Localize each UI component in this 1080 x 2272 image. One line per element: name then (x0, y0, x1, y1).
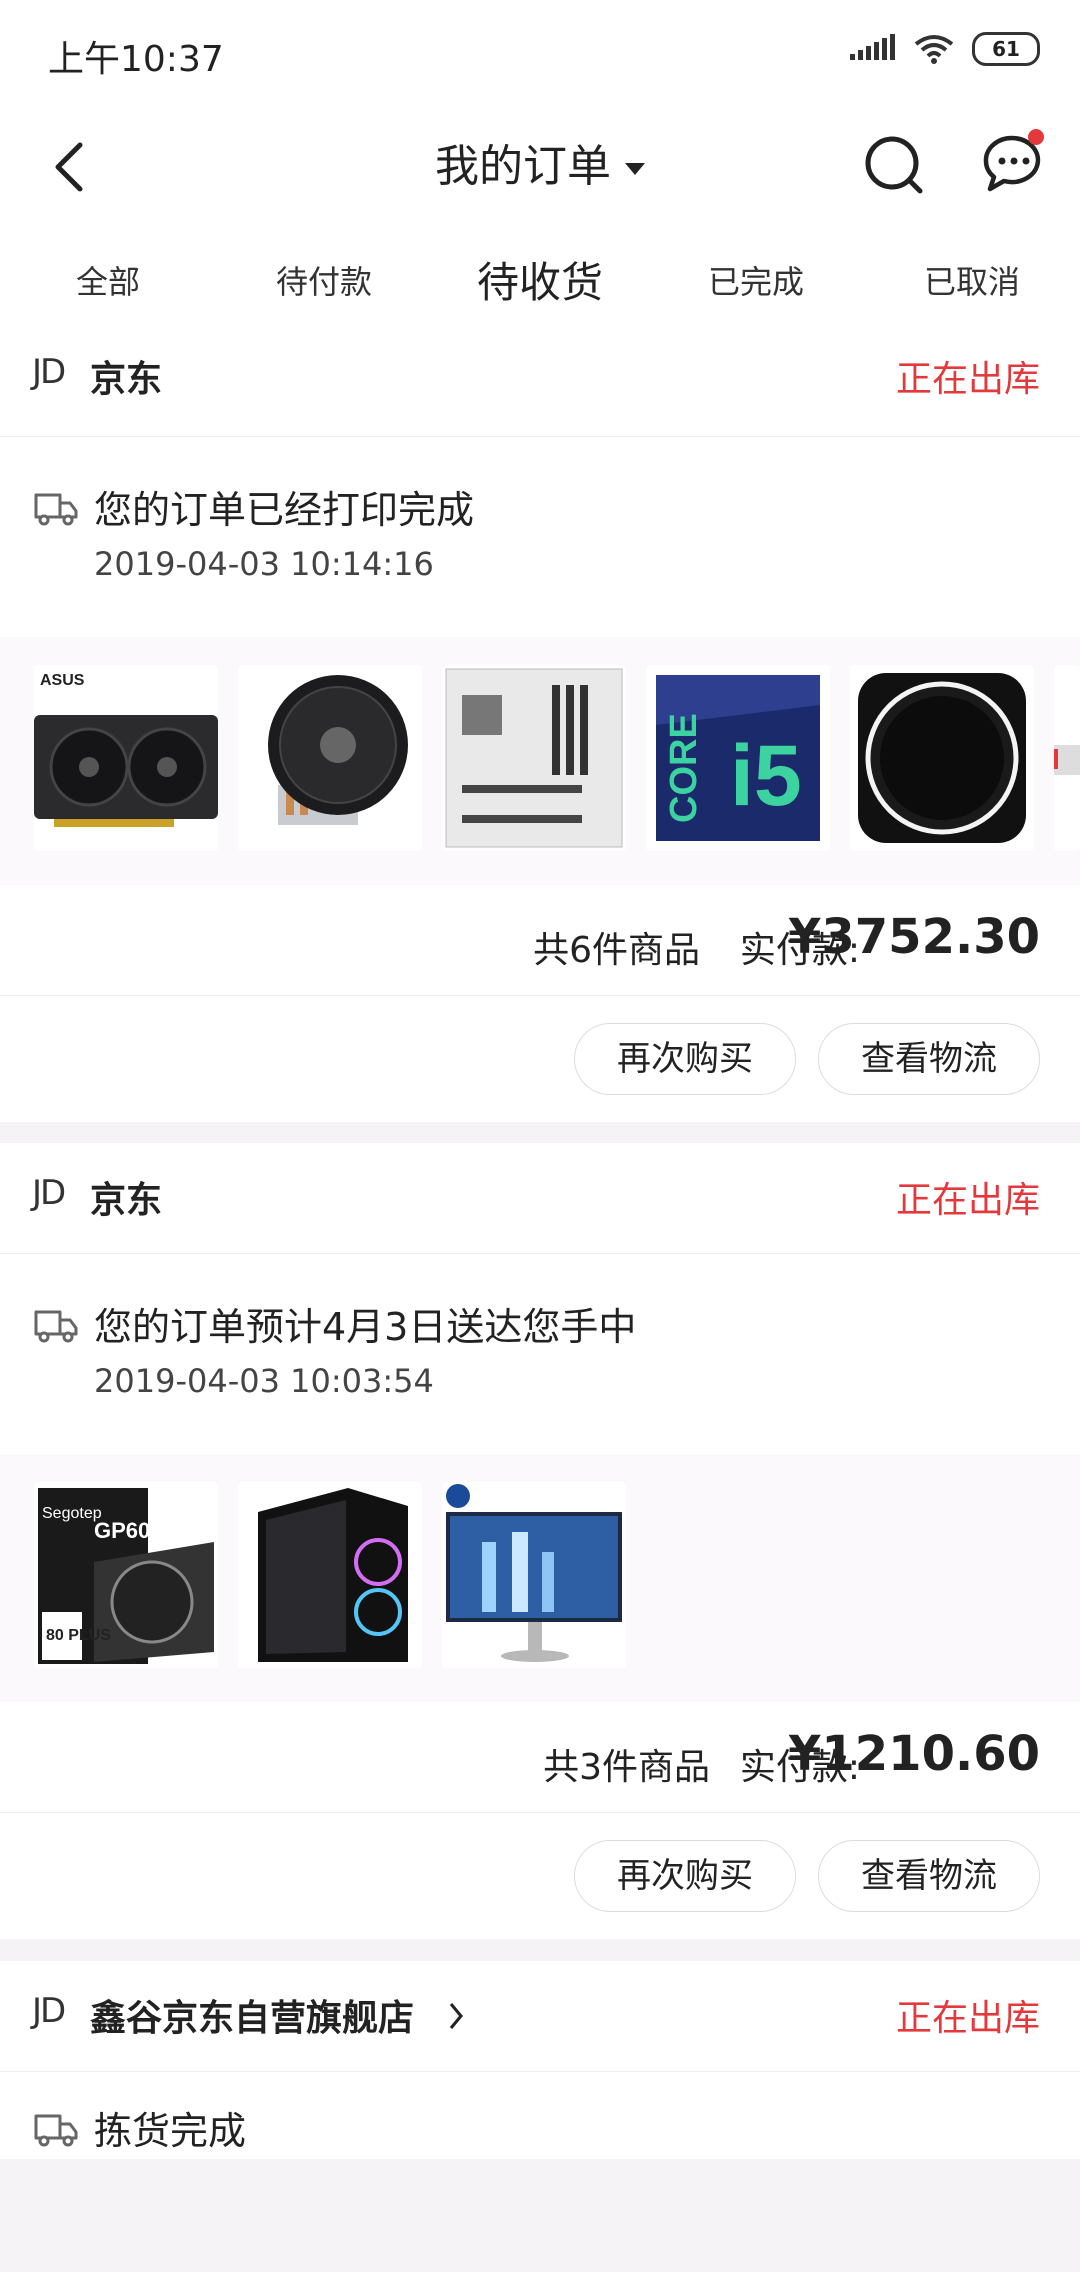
wifi-icon (914, 35, 954, 64)
buy-again-button[interactable]: 再次购买 (574, 1840, 796, 1912)
tracking-time: 2019-04-03 10:03:54 (94, 1362, 434, 1400)
order-status: 正在出库 (895, 1998, 1040, 2039)
page-title-text: 我的订单 (435, 141, 611, 192)
pc-case-image (258, 1488, 408, 1662)
order-card[interactable]: JD 鑫谷京东自营旗舰店 正在出库 拣货完成 (0, 1961, 1080, 2159)
shop-row[interactable]: JD 鑫谷京东自营旗舰店 正在出库 (0, 1961, 1080, 2072)
buy-again-button[interactable]: 再次购买 (574, 1023, 796, 1095)
battery-icon: 61 (972, 32, 1040, 66)
search-icon[interactable] (856, 125, 936, 205)
product-thumbnail[interactable] (1054, 665, 1080, 851)
product-thumbnail[interactable]: CORE i5 (646, 665, 830, 851)
jd-logo-icon: JD (32, 1991, 66, 2031)
order-actions: 再次购买 查看物流 (0, 996, 1080, 1122)
monitor-image (446, 1484, 622, 1662)
item-count: 共3件商品 (543, 1747, 710, 1788)
tab-pending-receipt[interactable]: 待收货 (432, 230, 648, 340)
motherboard-image (445, 668, 623, 848)
order-status: 正在出库 (895, 359, 1040, 400)
shop-name: 鑫谷京东自营旗舰店 (90, 1998, 415, 2039)
nav-bar: 我的订单 (0, 105, 1080, 230)
tab-cancelled[interactable]: 已取消 (864, 230, 1080, 340)
notification-dot (1028, 129, 1044, 145)
order-card[interactable]: JD 京东 正在出库 您的订单预计4月3日送达您手中 2019-04-03 10… (0, 1143, 1080, 1939)
i5-label: i5 (730, 728, 802, 824)
tracking-message: 拣货完成 (94, 2109, 247, 2153)
truck-icon (34, 493, 78, 526)
power-supply-image: Segotep GP600P 80 PLUS (38, 1488, 214, 1664)
shop-name: 京东 (90, 1180, 163, 1221)
dropdown-caret-icon (625, 163, 645, 175)
product-thumbnail[interactable] (238, 665, 422, 851)
shop-row[interactable]: JD 京东 正在出库 (0, 1143, 1080, 1254)
jd-logo-icon: JD (32, 352, 66, 392)
tracking-info[interactable]: 您的订单预计4月3日送达您手中 2019-04-03 10:03:54 (0, 1254, 1080, 1454)
product-thumbnail[interactable] (238, 1482, 422, 1668)
order-tabs: 全部 待付款 待收货 已完成 已取消 (0, 230, 1080, 341)
view-logistics-button[interactable]: 查看物流 (818, 1840, 1040, 1912)
paid-amount: ¥3752.30 (787, 909, 1040, 965)
status-icons: 61 (850, 32, 1040, 66)
order-summary: 共3件商品 实付款: ¥1210.60 (0, 1702, 1080, 1813)
case-fan-image (858, 673, 1026, 843)
order-summary: 共6件商品 实付款: ¥3752.30 (0, 885, 1080, 996)
paid-amount: ¥1210.60 (787, 1726, 1040, 1782)
tracking-message: 您的订单预计4月3日送达您手中 (94, 1305, 637, 1349)
order-actions: 再次购买 查看物流 (0, 1813, 1080, 1939)
signal-icon (850, 34, 895, 60)
tab-completed[interactable]: 已完成 (648, 230, 864, 340)
order-status: 正在出库 (895, 1180, 1040, 1221)
chevron-right-icon (449, 2003, 463, 2029)
product-thumbnail[interactable]: ASUS (34, 665, 218, 851)
tracking-info[interactable]: 拣货完成 (0, 2072, 1080, 2272)
tracking-time: 2019-04-03 10:14:16 (94, 545, 434, 583)
cpu-cooler-image (268, 675, 408, 825)
shop-row[interactable]: JD 京东 正在出库 (0, 330, 1080, 437)
tab-all[interactable]: 全部 (0, 230, 216, 340)
asus-logo: ASUS (40, 672, 85, 689)
product-thumbnail[interactable] (442, 1482, 626, 1668)
tracking-info[interactable]: 您的订单已经打印完成 2019-04-03 10:14:16 (0, 437, 1080, 637)
status-time: 上午10:37 (48, 39, 224, 80)
jd-logo-icon: JD (32, 1173, 66, 1213)
truck-icon (34, 1310, 78, 1343)
gp600p-label: GP600P (94, 1518, 177, 1543)
core-label: CORE (663, 713, 705, 823)
tracking-message: 您的订单已经打印完成 (94, 488, 475, 532)
memory-image (1054, 745, 1080, 775)
message-icon[interactable] (974, 121, 1054, 201)
tab-pending-payment[interactable]: 待付款 (216, 230, 432, 340)
product-thumbnail[interactable] (442, 665, 626, 851)
intel-i5-box-image: CORE i5 (656, 675, 820, 841)
order-card[interactable]: JD 京东 正在出库 您的订单已经打印完成 2019-04-03 10:14:1… (0, 330, 1080, 1122)
item-count: 共6件商品 (533, 930, 700, 971)
segotep-logo: Segotep (42, 1505, 102, 1522)
shop-name: 京东 (90, 359, 163, 400)
80-plus-badge: 80 PLUS (46, 1627, 111, 1644)
truck-icon (34, 2114, 78, 2147)
product-thumbnail[interactable] (850, 665, 1034, 851)
graphics-card-image: ASUS (34, 672, 218, 827)
product-list[interactable]: ASUS CORE i5 (0, 637, 1080, 885)
product-list[interactable]: Segotep GP600P 80 PLUS (0, 1454, 1080, 1702)
view-logistics-button[interactable]: 查看物流 (818, 1023, 1040, 1095)
status-bar: 上午10:37 61 (0, 0, 1080, 105)
product-thumbnail[interactable]: Segotep GP600P 80 PLUS (34, 1482, 218, 1668)
